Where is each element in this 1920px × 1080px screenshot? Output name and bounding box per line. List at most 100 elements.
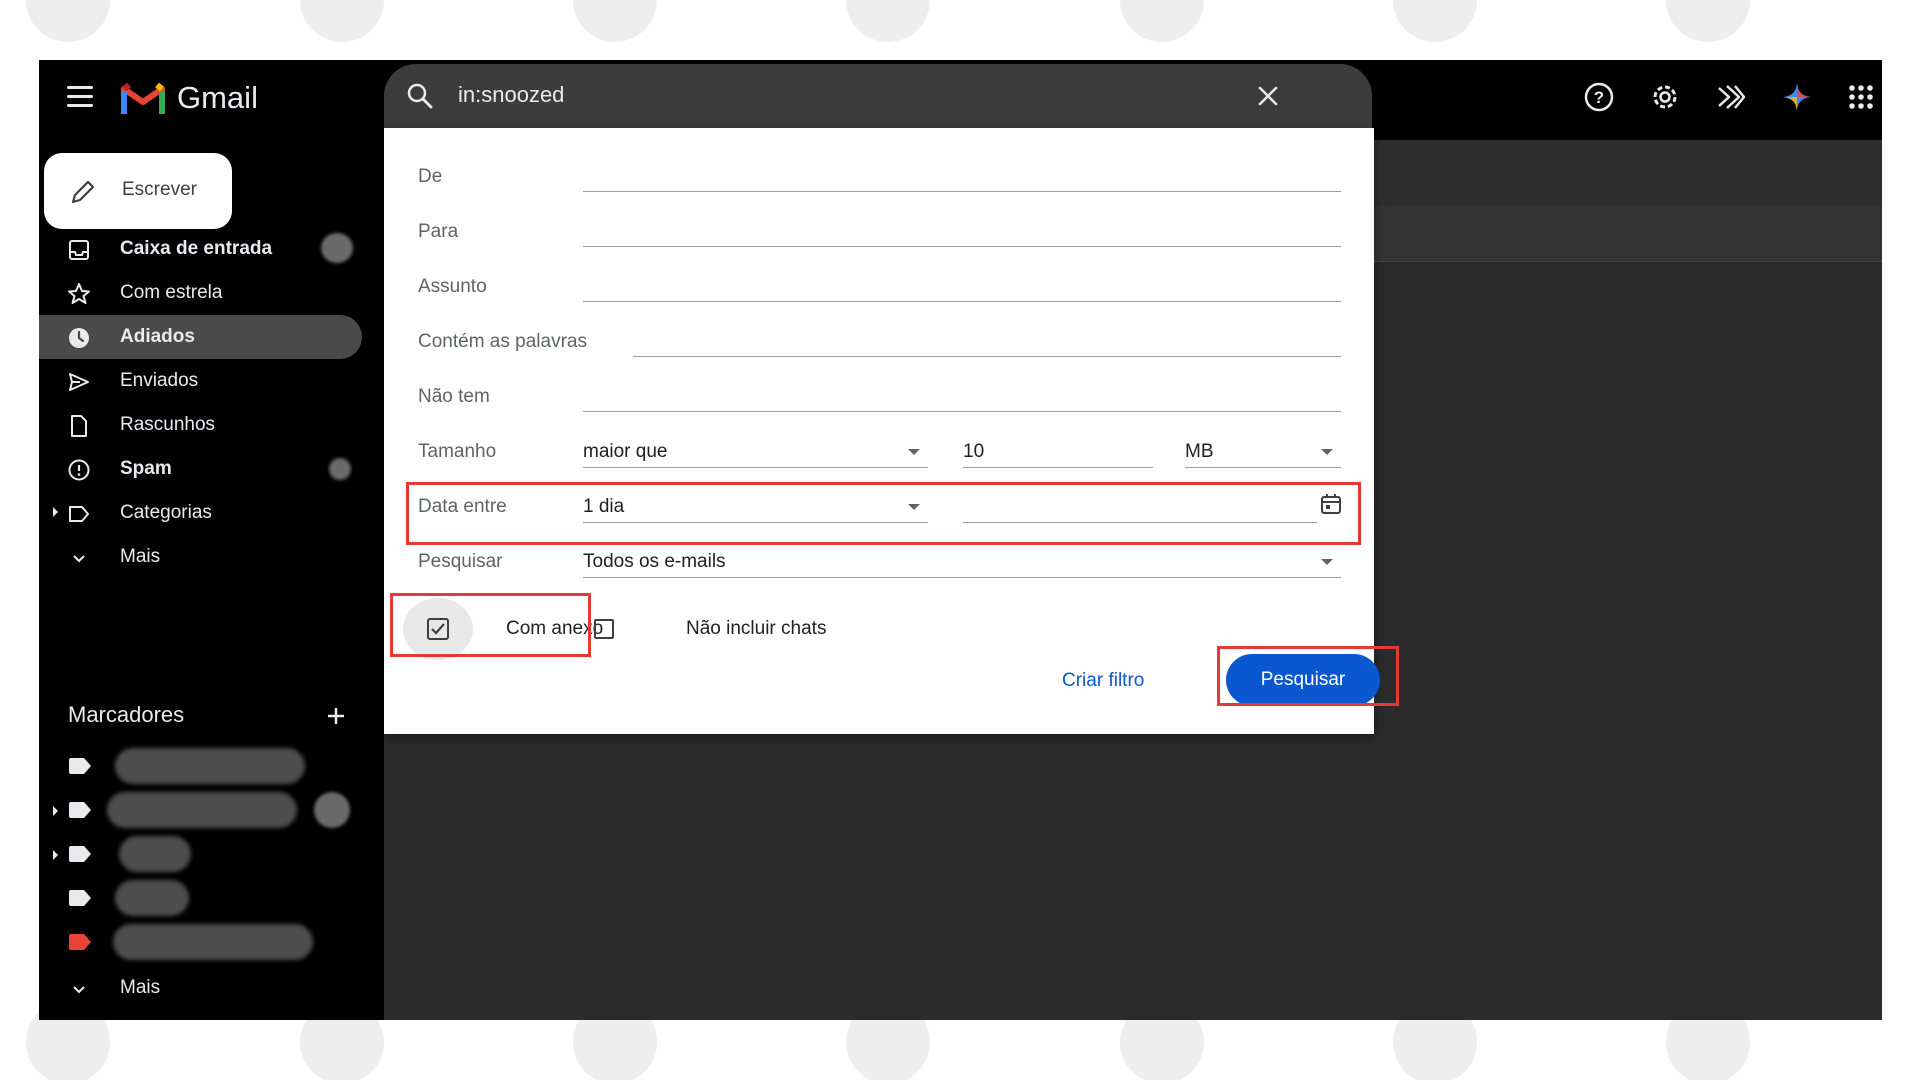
subject-row: Assunto	[384, 268, 1374, 312]
label-tag-icon	[69, 846, 91, 862]
underline	[583, 467, 928, 468]
size-unit-value: MB	[1185, 441, 1214, 462]
doesnt-have-row: Não tem	[384, 378, 1374, 422]
search-in-label: Pesquisar	[418, 551, 503, 572]
watermark	[846, 0, 930, 42]
help-icon[interactable]: ?	[1582, 80, 1616, 114]
size-row: Tamanho maior que 10 MB	[384, 433, 1374, 477]
to-field[interactable]	[583, 223, 1341, 247]
subject-field[interactable]	[583, 278, 1341, 302]
expand-caret-icon[interactable]	[53, 806, 58, 816]
doesnt-have-label: Não tem	[418, 386, 490, 407]
spam-icon	[68, 459, 90, 481]
search-in-row: Pesquisar Todos os e-mails	[384, 543, 1374, 587]
labels-heading: Marcadores	[68, 702, 185, 727]
svg-text:?: ?	[1594, 88, 1604, 107]
label-tag-icon	[69, 890, 91, 906]
watermark	[300, 0, 384, 42]
close-icon[interactable]	[1254, 82, 1282, 110]
sidebar-item-drafts[interactable]: Rascunhos	[39, 403, 362, 447]
compose-button[interactable]: Escrever	[44, 153, 232, 229]
search-icon[interactable]	[406, 82, 434, 110]
star-icon	[68, 283, 90, 304]
to-row: Para	[384, 213, 1374, 257]
create-filter-link[interactable]: Criar filtro	[1062, 670, 1144, 692]
sidebar-item-label: Com estrela	[120, 282, 223, 303]
chevron-down-icon	[73, 986, 85, 994]
expand-caret-icon[interactable]	[53, 850, 58, 860]
underline	[583, 577, 1341, 578]
sidebar-item-sent[interactable]: Enviados	[39, 359, 362, 403]
app-name: Gmail	[177, 80, 258, 115]
labels-more[interactable]: Mais	[39, 966, 362, 1010]
watermark	[1393, 0, 1477, 42]
label-tag-icon	[69, 934, 91, 950]
sidebar-item-label: Spam	[120, 458, 172, 479]
redacted-count	[329, 458, 351, 480]
watermark	[1666, 0, 1750, 42]
sidebar-item-starred[interactable]: Com estrela	[39, 271, 362, 315]
exclude-chats-checkbox[interactable]	[594, 619, 614, 639]
expand-caret-icon[interactable]	[53, 507, 58, 517]
redacted-label	[107, 792, 297, 828]
highlight-has-attachment	[390, 593, 591, 657]
compose-label: Escrever	[122, 179, 197, 200]
watermark	[26, 0, 110, 42]
chevron-down-icon	[73, 555, 85, 563]
redacted-label	[119, 836, 191, 872]
draft-icon	[71, 415, 87, 437]
clock-icon	[69, 328, 89, 348]
dropdown-arrow-icon	[908, 449, 920, 455]
watermark	[573, 0, 657, 42]
underline	[1185, 467, 1341, 468]
sidebar-item-label: Enviados	[120, 370, 199, 391]
sidebar-item-snoozed[interactable]: Adiados	[39, 315, 362, 359]
dropdown-arrow-icon	[1321, 449, 1333, 455]
sidebar-item-label: Caixa de entrada	[120, 238, 273, 259]
size-operator-value: maior que	[583, 441, 668, 462]
redacted-label	[115, 748, 305, 784]
doesnt-have-field[interactable]	[583, 388, 1341, 412]
gmail-logo-icon[interactable]	[121, 78, 165, 118]
highlight-search-button	[1217, 646, 1399, 706]
sidebar-item-categories[interactable]: Categorias	[39, 491, 362, 535]
search-bar[interactable]: in:snoozed	[384, 64, 1372, 128]
gemini-sparkle-icon[interactable]	[1780, 80, 1814, 114]
redacted-label	[115, 880, 189, 916]
labels-more-label: Mais	[120, 977, 161, 998]
has-words-row: Contém as palavras	[384, 323, 1374, 367]
search-in-value: Todos os e-mails	[583, 551, 726, 572]
apps-script-icon[interactable]	[1714, 80, 1748, 114]
sidebar-item-spam[interactable]: Spam	[39, 447, 362, 491]
pencil-icon	[71, 180, 95, 204]
subject-label: Assunto	[418, 276, 487, 297]
gmail-window: Gmail ? in:snoozed Caixa de entrada Com …	[39, 60, 1882, 1020]
watermark	[1120, 0, 1204, 42]
label-tag-icon	[69, 802, 91, 818]
sidebar-item-more[interactable]: Mais	[39, 535, 362, 579]
highlight-size-row	[406, 482, 1361, 545]
redacted-count	[321, 233, 353, 263]
settings-gear-icon[interactable]	[1648, 80, 1682, 114]
redacted-count	[314, 792, 350, 828]
size-label: Tamanho	[418, 441, 497, 462]
sidebar-item-inbox[interactable]: Caixa de entrada	[39, 227, 362, 271]
size-value: 10	[963, 441, 985, 462]
send-icon	[69, 373, 89, 391]
label-outline-icon	[69, 506, 89, 522]
top-icons: ?	[1562, 60, 1882, 140]
exclude-chats-label[interactable]: Não incluir chats	[686, 618, 826, 640]
main-menu-icon[interactable]	[67, 86, 93, 108]
inbox-icon	[69, 240, 89, 260]
has-words-field[interactable]	[633, 333, 1341, 357]
add-label-icon[interactable]	[324, 704, 348, 728]
apps-grid-icon[interactable]	[1844, 80, 1878, 114]
search-input[interactable]: in:snoozed	[458, 82, 564, 108]
underline	[963, 467, 1153, 468]
from-field[interactable]	[583, 168, 1341, 192]
to-label: Para	[418, 221, 459, 242]
sidebar-item-label: Categorias	[120, 502, 212, 523]
label-tag-icon	[69, 758, 91, 774]
advanced-search-dialog: De Para Assunto Contém as palavras Não t…	[384, 128, 1399, 734]
dropdown-arrow-icon	[1321, 559, 1333, 565]
